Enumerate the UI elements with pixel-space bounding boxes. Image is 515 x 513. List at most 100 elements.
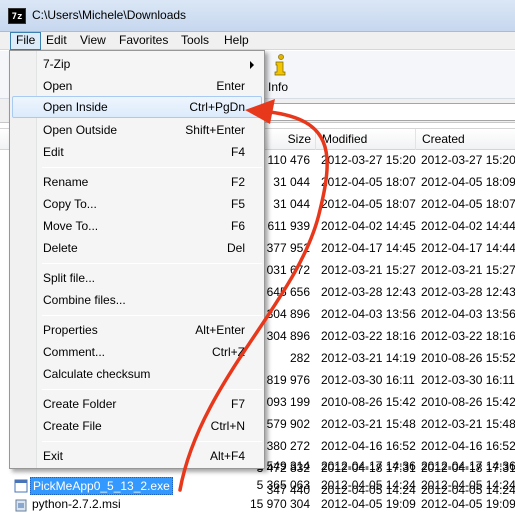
modified-cell: 2012-04-05 18:07 xyxy=(321,197,416,211)
menu-item-shortcut: F7 xyxy=(230,397,245,411)
info-button[interactable]: Info xyxy=(264,51,304,97)
msi-file-icon xyxy=(15,499,27,512)
created-cell: 2012-03-21 15:27 xyxy=(421,263,515,277)
modified-cell: 2012-04-05 18:07 xyxy=(321,175,416,189)
table-row[interactable]: python-2.7.2.msi 15 970 304 2012-04-05 1… xyxy=(0,494,515,513)
menu-item-label: Delete xyxy=(43,241,78,255)
menu-item-comment[interactable]: Comment... Ctrl+Z xyxy=(12,341,262,363)
modified-cell: 2012-03-27 15:20 xyxy=(321,153,416,167)
title-bar: 7z C:\Users\Michele\Downloads xyxy=(0,0,515,32)
submenu-arrow-icon xyxy=(250,61,254,69)
menu-bar: File Edit View Favorites Tools Help xyxy=(0,32,515,50)
created-cell: 2012-04-05 18:07 xyxy=(421,197,515,211)
modified-cell: 2012-03-22 18:16 xyxy=(321,329,416,343)
menu-item-label: Split file... xyxy=(43,271,96,285)
address-input[interactable] xyxy=(264,103,515,121)
menu-item-shortcut: Del xyxy=(226,241,245,255)
menu-item-open[interactable]: Open Enter xyxy=(12,75,262,97)
modified-cell: 2012-04-17 14:36 xyxy=(321,459,416,473)
menu-item-label: Edit xyxy=(43,145,64,159)
menu-item-create-file[interactable]: Create File Ctrl+N xyxy=(12,415,262,437)
created-cell: 2012-04-17 14:44 xyxy=(421,241,515,255)
modified-cell: 2012-03-30 16:11 xyxy=(321,373,415,387)
created-cell: 2012-03-30 16:11 xyxy=(421,373,515,387)
created-cell: 2010-08-26 15:42 xyxy=(421,395,515,409)
menu-item-split-file[interactable]: Split file... xyxy=(12,267,262,289)
menu-separator xyxy=(42,167,262,168)
menu-item-move-to[interactable]: Move To... F6 xyxy=(12,215,262,237)
menu-separator xyxy=(42,441,262,442)
menu-item-exit[interactable]: Exit Alt+F4 xyxy=(12,445,262,467)
menu-favorites[interactable]: Favorites xyxy=(114,32,173,50)
modified-cell: 2012-04-05 14:24 xyxy=(321,478,416,492)
menu-separator xyxy=(42,263,262,264)
created-cell: 2012-04-17 14:36 xyxy=(421,459,515,473)
menu-item-label: Rename xyxy=(43,175,89,189)
created-cell: 2012-03-22 18:16 xyxy=(421,329,515,343)
modified-cell: 2012-04-16 16:52 xyxy=(321,439,416,453)
menu-item-label: Move To... xyxy=(43,219,99,233)
created-cell: 2012-04-05 18:09 xyxy=(421,175,515,189)
menu-item-open-outside[interactable]: Open Outside Shift+Enter xyxy=(12,119,262,141)
created-cell: 2012-03-27 15:20 xyxy=(421,153,515,167)
menu-item-calculate-checksum[interactable]: Calculate checksum xyxy=(12,363,262,385)
exe-file-icon xyxy=(14,479,28,493)
menu-item-delete[interactable]: Delete Del xyxy=(12,237,262,259)
modified-cell: 2012-04-17 14:45 xyxy=(321,241,416,255)
menu-edit[interactable]: Edit xyxy=(41,32,72,50)
menu-item-shortcut: Ctrl+PgDn xyxy=(189,100,245,114)
menu-item-properties[interactable]: Properties Alt+Enter xyxy=(12,319,262,341)
window-title: C:\Users\Michele\Downloads xyxy=(32,8,187,22)
menu-item-open-inside[interactable]: Open Inside Ctrl+PgDn xyxy=(12,96,262,118)
menu-item-shortcut: Ctrl+Z xyxy=(212,345,245,359)
menu-item-shortcut: F2 xyxy=(230,175,245,189)
created-cell: 2012-04-05 14:24 xyxy=(421,478,515,492)
menu-item-label: Combine files... xyxy=(43,293,126,307)
menu-item-label: Copy To... xyxy=(43,197,97,211)
menu-item-create-folder[interactable]: Create Folder F7 xyxy=(12,393,262,415)
menu-item-7zip[interactable]: 7-Zip xyxy=(12,53,262,75)
menu-item-label: Open xyxy=(43,79,73,93)
size-cell: 5 365 063 xyxy=(256,478,310,492)
file-name-cell: PickMeApp0_5_13_2.exe xyxy=(30,477,173,495)
menu-item-edit[interactable]: Edit F4 xyxy=(12,141,262,163)
modified-cell: 2012-03-28 12:43 xyxy=(321,285,416,299)
created-cell: 2012-04-03 13:56 xyxy=(421,307,515,321)
modified-cell: 2012-03-21 15:27 xyxy=(321,263,416,277)
menu-item-label: Create File xyxy=(43,419,102,433)
menu-item-label: Exit xyxy=(43,449,64,463)
menu-separator xyxy=(42,389,262,390)
menu-item-shortcut: F4 xyxy=(230,145,245,159)
menu-item-label: Open Outside xyxy=(43,123,118,137)
column-header-size[interactable]: Size xyxy=(282,129,316,150)
file-name-cell: python-2.7.2.msi xyxy=(32,497,121,511)
menu-item-shortcut: Shift+Enter xyxy=(185,123,245,137)
menu-item-rename[interactable]: Rename F2 xyxy=(12,171,262,193)
size-cell: 15 970 304 xyxy=(249,497,310,511)
menu-item-shortcut: F5 xyxy=(230,197,245,211)
created-cell: 2010-08-26 15:52 xyxy=(421,351,515,365)
column-header-modified[interactable]: Modified xyxy=(316,129,416,150)
menu-item-copy-to[interactable]: Copy To... F5 xyxy=(12,193,262,215)
menu-tools[interactable]: Tools xyxy=(176,32,214,50)
created-cell: 2012-04-05 19:09 xyxy=(421,497,515,511)
menu-item-shortcut: Alt+Enter xyxy=(195,323,245,337)
menu-item-combine-files[interactable]: Combine files... xyxy=(12,289,262,311)
modified-cell: 2012-03-21 15:48 xyxy=(321,417,416,431)
menu-separator xyxy=(42,315,262,316)
menu-item-label: Create Folder xyxy=(43,397,117,411)
created-cell: 2012-03-21 15:48 xyxy=(421,417,515,431)
menu-item-label: Calculate checksum xyxy=(43,367,151,381)
app-icon: 7z xyxy=(8,8,26,24)
menu-file[interactable]: File xyxy=(10,32,42,50)
menu-view[interactable]: View xyxy=(75,32,111,50)
created-cell: 2012-04-16 16:52 xyxy=(421,439,515,453)
created-cell: 2012-04-02 14:44 xyxy=(421,219,515,233)
modified-cell: 2012-03-21 14:19 xyxy=(321,351,416,365)
menu-item-shortcut: Ctrl+N xyxy=(210,419,245,433)
menu-help[interactable]: Help xyxy=(219,32,254,50)
column-header-created[interactable]: Created xyxy=(416,129,515,150)
menu-item-shortcut: F6 xyxy=(230,219,245,233)
menu-item-label: Open Inside xyxy=(43,100,108,114)
modified-cell: 2010-08-26 15:42 xyxy=(321,395,416,409)
